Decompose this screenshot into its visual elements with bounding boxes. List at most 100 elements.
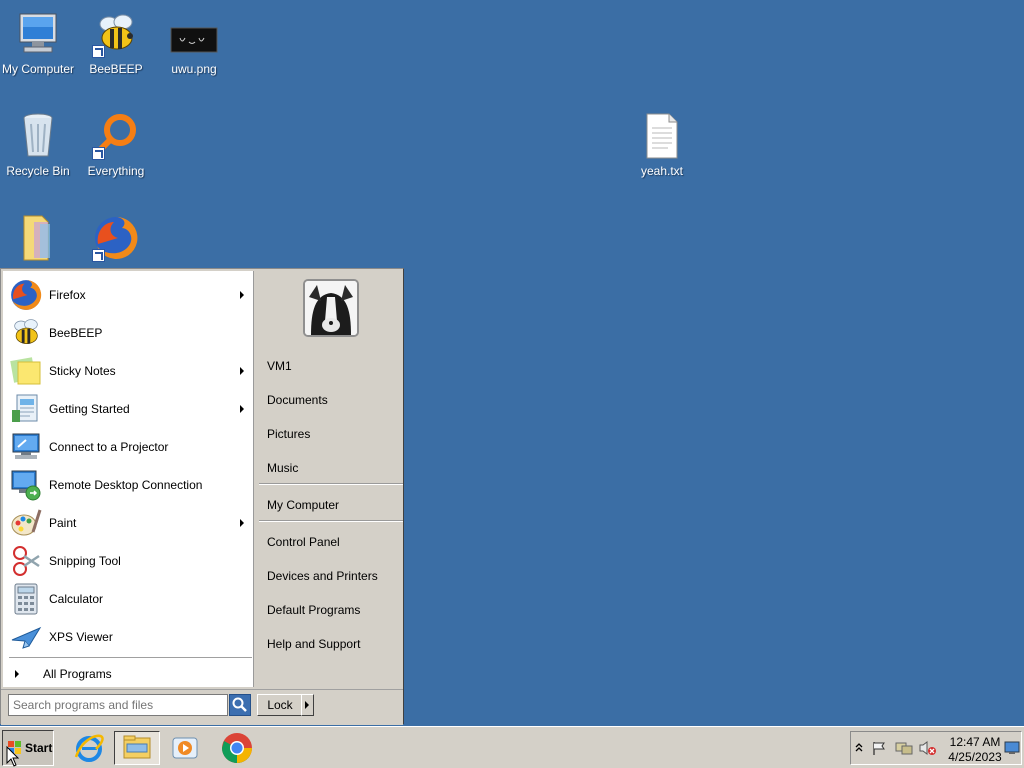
start-menu-item-sticky-notes[interactable]: Sticky Notes: [9, 353, 252, 389]
remote-desktop-icon: [9, 468, 43, 502]
start-menu-item-label: BeeBEEP: [49, 326, 103, 340]
bee-icon: [9, 316, 43, 350]
start-menu-item-label: XPS Viewer: [49, 630, 113, 644]
start-menu-item-label: Firefox: [49, 288, 86, 302]
start-menu-item-paint[interactable]: Paint: [9, 505, 252, 541]
taskbar: Start 12:47 AM 4/25/2023: [0, 726, 1024, 768]
desktop-icon-label: My Computer: [1, 62, 75, 76]
calculator-icon: [9, 582, 43, 616]
computer-icon: [14, 10, 62, 58]
getting-started-icon: [9, 392, 43, 426]
desktop-icon-label: BeeBEEP: [89, 62, 143, 76]
start-menu-places-pane: VM1 Documents Pictures Music My Computer…: [255, 271, 403, 687]
show-hidden-icons-chevron[interactable]: [854, 741, 864, 755]
firefox-icon: [9, 278, 43, 312]
chrome-icon: [222, 733, 252, 764]
submenu-arrow-icon: [240, 367, 244, 375]
places-item-user-folder[interactable]: VM1: [267, 359, 292, 373]
places-item-default-programs[interactable]: Default Programs: [267, 603, 360, 617]
desktop-icon-label: Recycle Bin: [6, 164, 70, 178]
desktop-icon-yeah-txt[interactable]: yeah.txt: [624, 112, 700, 178]
desktop-icon-everything[interactable]: Everything: [78, 112, 154, 178]
desktop-icon-beebeep[interactable]: BeeBEEP: [78, 10, 154, 76]
separator: [259, 483, 403, 485]
desktop-icon-label: yeah.txt: [640, 164, 684, 178]
taskbar-media-player[interactable]: [168, 731, 202, 765]
search-button[interactable]: [229, 694, 251, 716]
file-explorer-icon: [123, 735, 151, 759]
submenu-arrow-icon: [240, 405, 244, 413]
desktop-icon-firefox[interactable]: [78, 214, 154, 266]
start-menu-item-label: Getting Started: [49, 402, 130, 416]
internet-explorer-icon: [74, 734, 104, 762]
clock-time: 12:47 AM: [949, 735, 1001, 749]
clock[interactable]: 12:47 AM 4/25/2023: [945, 735, 1005, 765]
taskbar-chrome[interactable]: [220, 731, 254, 765]
action-center-flag-icon[interactable]: [871, 740, 887, 756]
start-menu-bottom-bar: Lock: [1, 689, 403, 725]
network-icon[interactable]: [895, 740, 913, 756]
shortcut-arrow-icon: [92, 249, 105, 262]
user-avatar[interactable]: [303, 279, 359, 337]
places-item-devices-printers[interactable]: Devices and Printers: [267, 569, 378, 583]
start-menu: Firefox BeeBEEP Sticky Notes Getting Sta…: [0, 268, 404, 725]
shortcut-arrow-icon: [92, 147, 105, 160]
places-item-pictures[interactable]: Pictures: [267, 427, 310, 441]
places-item-music[interactable]: Music: [267, 461, 298, 475]
desktop-icon-label: Everything: [87, 164, 145, 178]
taskbar-file-explorer[interactable]: [114, 731, 160, 765]
start-menu-item-xps-viewer[interactable]: XPS Viewer: [9, 619, 252, 655]
taskbar-internet-explorer[interactable]: [72, 731, 106, 765]
start-menu-item-label: Remote Desktop Connection: [49, 478, 203, 492]
search-input[interactable]: [8, 694, 228, 716]
media-player-icon: [172, 737, 198, 759]
places-item-my-computer[interactable]: My Computer: [267, 498, 339, 512]
recycle-bin-icon: [14, 112, 62, 160]
system-tray: 12:47 AM 4/25/2023: [850, 731, 1022, 765]
start-menu-item-label: Calculator: [49, 592, 104, 606]
paint-icon: [9, 506, 43, 540]
bee-icon: [92, 10, 140, 58]
start-menu-item-label: Snipping Tool: [49, 554, 121, 568]
start-menu-item-snipping-tool[interactable]: Snipping Tool: [9, 543, 252, 579]
start-menu-item-getting-started[interactable]: Getting Started: [9, 391, 252, 427]
start-menu-item-label: Connect to a Projector: [49, 440, 169, 454]
expand-arrow-icon: [15, 670, 19, 678]
everything-icon: [92, 112, 140, 160]
desktop-icon-recycle-bin[interactable]: Recycle Bin: [0, 112, 76, 178]
xps-viewer-icon: [9, 620, 43, 654]
show-desktop-icon[interactable]: [1004, 741, 1020, 755]
image-file-icon: [170, 10, 218, 58]
power-options-arrow-button[interactable]: [301, 694, 314, 716]
separator: [9, 657, 252, 659]
snipping-tool-icon: [9, 544, 43, 578]
start-button-label: Start: [25, 741, 53, 755]
projector-icon: [9, 430, 43, 464]
desktop-icon-label: uwu.png: [171, 62, 217, 76]
mouse-cursor-icon: [6, 746, 20, 767]
desktop-icon-uwu-png[interactable]: uwu.png: [156, 10, 232, 76]
start-menu-item-label: Sticky Notes: [49, 364, 116, 378]
places-item-help-support[interactable]: Help and Support: [267, 637, 360, 651]
start-menu-item-connect-projector[interactable]: Connect to a Projector: [9, 429, 252, 465]
submenu-arrow-icon: [240, 519, 244, 527]
desktop-icon-my-computer[interactable]: My Computer: [0, 10, 76, 76]
all-programs-button[interactable]: All Programs: [9, 663, 252, 685]
lock-button[interactable]: Lock: [257, 694, 303, 716]
start-menu-item-beebeep[interactable]: BeeBEEP: [9, 315, 252, 351]
start-menu-item-remote-desktop[interactable]: Remote Desktop Connection: [9, 467, 252, 503]
places-item-documents[interactable]: Documents: [267, 393, 328, 407]
volume-muted-icon[interactable]: [919, 740, 937, 756]
all-programs-label: All Programs: [43, 667, 112, 681]
shortcut-arrow-icon: [92, 45, 105, 58]
start-menu-item-calculator[interactable]: Calculator: [9, 581, 252, 617]
sticky-notes-icon: [9, 354, 43, 388]
clock-date: 4/25/2023: [948, 750, 1002, 764]
firefox-icon: [92, 214, 140, 262]
folder-icon: [14, 214, 62, 262]
start-menu-item-firefox[interactable]: Firefox: [9, 277, 252, 313]
start-menu-item-label: Paint: [49, 516, 77, 530]
start-menu-programs-pane: Firefox BeeBEEP Sticky Notes Getting Sta…: [3, 271, 254, 687]
places-item-control-panel[interactable]: Control Panel: [267, 535, 340, 549]
desktop-icon-libraries[interactable]: [0, 214, 76, 266]
